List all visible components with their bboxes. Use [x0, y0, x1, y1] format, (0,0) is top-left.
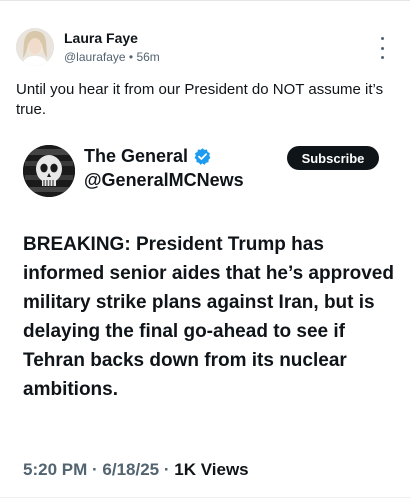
post-time[interactable]: 56m [136, 50, 159, 64]
quoted-post-time[interactable]: 5:20 PM [23, 460, 87, 479]
author-avatar[interactable] [16, 28, 54, 66]
quoted-author-avatar[interactable] [23, 145, 75, 197]
author-handle[interactable]: @laurafaye [64, 50, 126, 64]
author-name[interactable]: Laura Faye [64, 30, 138, 46]
more-vertical-icon [380, 37, 384, 40]
verified-badge-icon [194, 148, 211, 165]
quoted-post[interactable]: The General @GeneralMCNews Subscribe BRE… [0, 130, 410, 500]
more-options-button[interactable] [374, 37, 390, 59]
more-dot [380, 46, 384, 50]
quoted-author-row: The General [84, 146, 212, 167]
more-dot [380, 56, 384, 59]
meta-dot: · [91, 460, 98, 479]
quoted-author-handle[interactable]: @GeneralMCNews [84, 170, 244, 191]
quoted-post-meta: 5:20 PM · 6/18/25 · 1K Views [23, 460, 249, 480]
views-label: Views [200, 460, 249, 479]
post-card: Laura Faye @laurafaye • 56m Until you he… [0, 0, 410, 500]
views-count[interactable]: 1K [174, 460, 196, 479]
quoted-author-name[interactable]: The General [84, 146, 188, 167]
subscribe-button[interactable]: Subscribe [287, 146, 379, 170]
skull-avatar-image [23, 145, 75, 197]
bottom-divider [0, 497, 410, 498]
quoted-post-text: BREAKING: President Trump has informed s… [23, 234, 394, 400]
quoted-post-date[interactable]: 6/18/25 [102, 460, 159, 479]
author-avatar-image [16, 28, 54, 66]
meta-separator: • [128, 50, 134, 64]
meta-dot: · [163, 460, 170, 479]
author-meta: @laurafaye • 56m [64, 50, 160, 64]
post-text: Until you hear it from our President do … [16, 81, 384, 118]
